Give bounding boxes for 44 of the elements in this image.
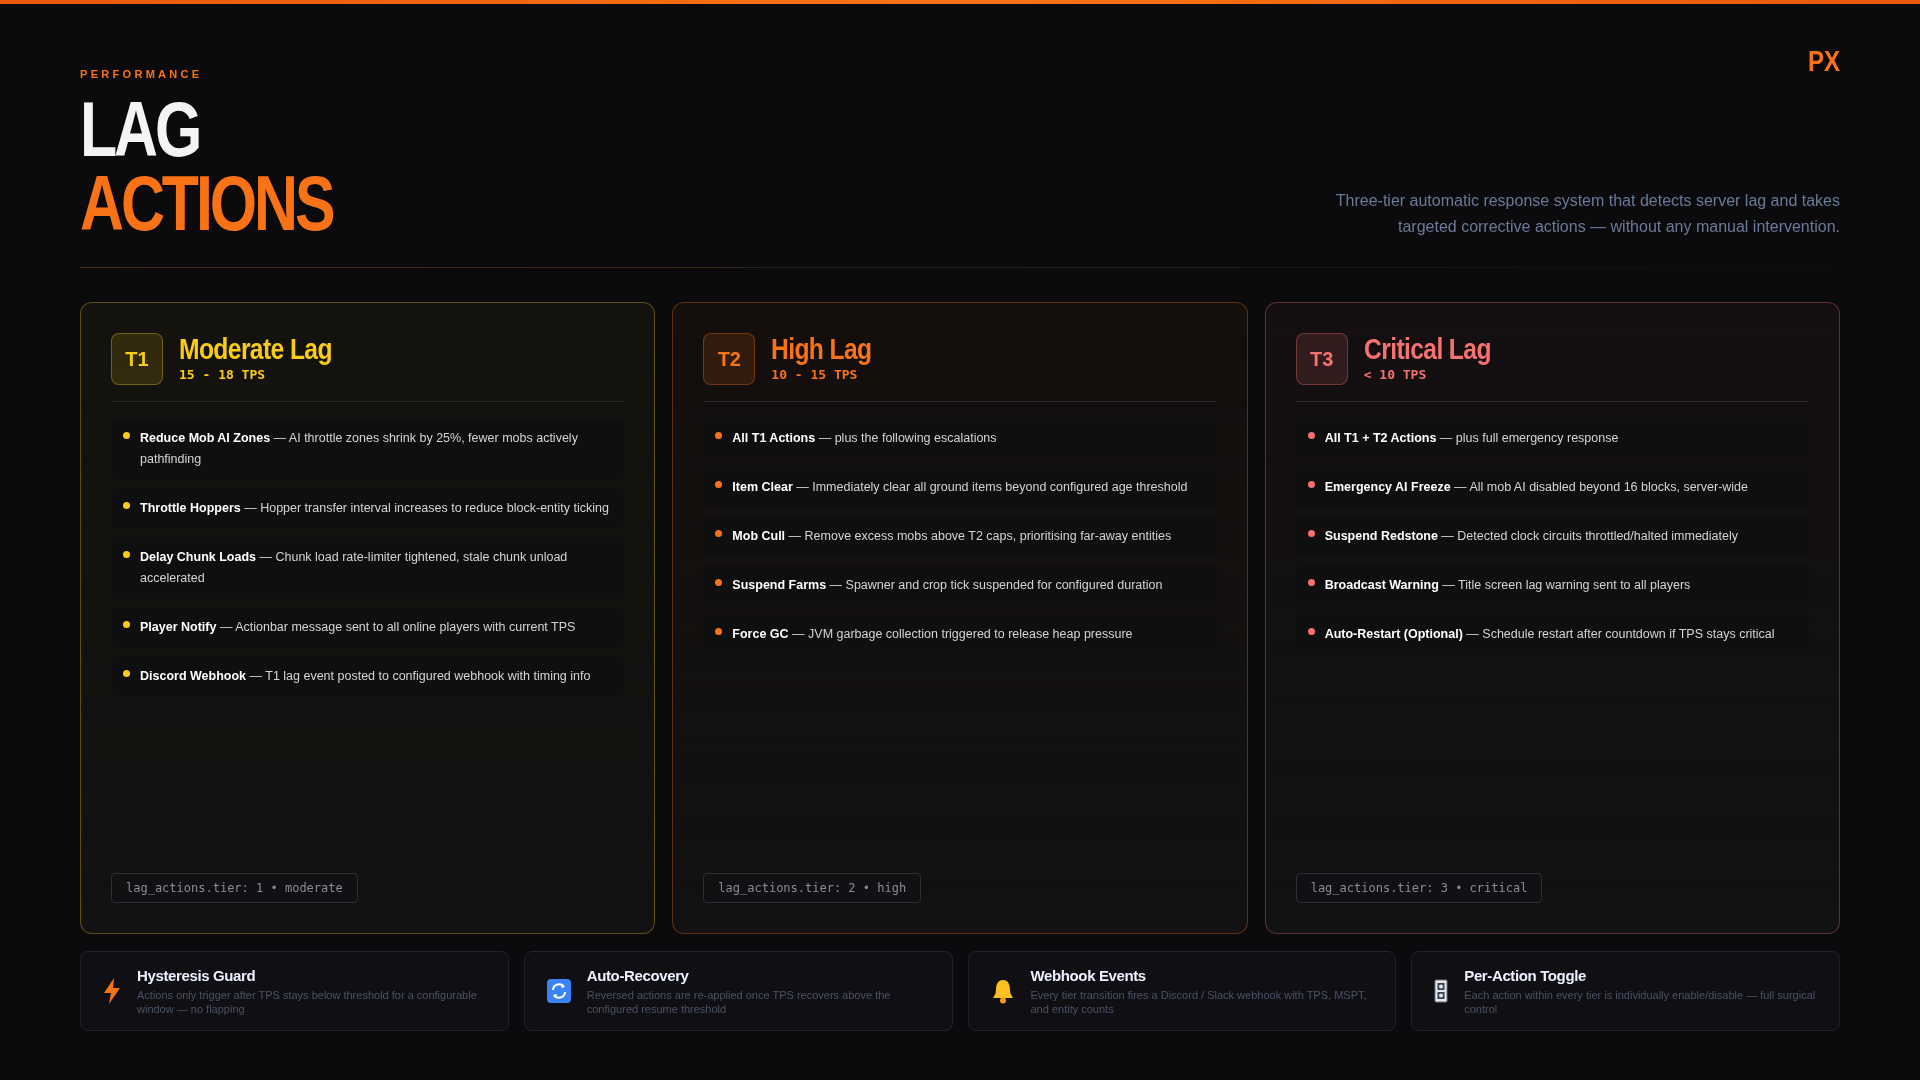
action-text: Player Notify — Actionbar message sent to all online players with current TPS (140, 618, 576, 636)
tier-title: Moderate Lag (179, 332, 332, 365)
tps-range: 15 - 18 TPS (179, 365, 267, 384)
feature-title: Webhook Events (1030, 966, 1147, 987)
tps-range: 10 - 15 TPS (771, 365, 859, 384)
feature-text: Every tier transition fires a Discord / Slack webhook with TPS, MSPT, and entity counts (1030, 987, 1368, 1016)
bell-icon (990, 977, 1015, 1004)
action-text: Emergency AI Freeze — All mob AI disabled beyond 16 blocks, server-wide (1324, 478, 1749, 496)
tier-badge: T2 (703, 332, 756, 385)
config-tag: lag_actions.tier: 1 • moderate (111, 872, 358, 903)
config-tag: lag_actions.tier: 3 • critical (1295, 872, 1543, 903)
tier-title: Critical Lag (1363, 332, 1491, 365)
action-text: Suspend Redstone — Detected clock circuits throttled/halted immediately (1324, 527, 1738, 545)
action-text: Throttle Hoppers — Hopper transfer interval increases to reduce block-entity ticking (140, 499, 609, 517)
action-text: Broadcast Warning — Title screen lag warning sent to all players (1324, 576, 1691, 594)
refresh-icon (546, 978, 571, 1003)
page-title: LAG (80, 92, 200, 165)
action-text: All T1 Actions — plus the following escalations (732, 429, 997, 447)
logo: PX (1807, 43, 1840, 79)
description-text: Three-tier automatic response system that detects server lag and takes targeted corrective actions — without any manual intervention. (1334, 191, 1840, 237)
action-text: Delay Chunk Loads — Chunk load rate-limiter tightened, stale chunk unload accelerated (140, 548, 569, 587)
action-text: Auto-Restart (Optional) — Schedule restart after countdown if TPS stays critical (1324, 625, 1775, 643)
action-text: All T1 + T2 Actions — plus full emergency response (1324, 429, 1619, 447)
action-text: Item Clear — Immediately clear all ground items beyond configured age threshold (732, 478, 1188, 496)
action-text: Suspend Farms — Spawner and crop tick suspended for configured duration (732, 576, 1163, 594)
tier-badge: T1 (111, 332, 163, 385)
action-text: Force GC — JVM garbage collection triggered to release heap pressure (732, 625, 1133, 643)
bolt-icon (103, 977, 121, 1004)
eyebrow-label: PERFORMANCE (80, 67, 204, 82)
config-tag: lag_actions.tier: 2 • high (703, 872, 922, 903)
feature-title: Per-Action Toggle (1464, 966, 1587, 987)
switch-icon (1434, 978, 1449, 1003)
feature-title: Hysteresis Guard (137, 966, 257, 987)
action-text: Mob Cull — Remove excess mobs above T2 caps, prioritising far-away entities (732, 527, 1172, 545)
tier-badge: T3 (1295, 332, 1348, 385)
tier-title: High Lag (771, 332, 872, 365)
feature-text: Actions only trigger after TPS stays below threshold for a configurable window — no flapping (137, 987, 478, 1016)
action-text: Reduce Mob AI Zones — AI throttle zones shrink by 25%, fewer mobs actively pathfinding (140, 429, 579, 468)
page-title: ACTIONS (80, 164, 333, 241)
feature-text: Each action within every tier is individually enable/disable — full surgical control (1464, 987, 1817, 1016)
feature-title: Auto-Recovery (586, 966, 690, 987)
feature-text: Reversed actions are re-applied once TPS recovers above the configured resume threshold (586, 987, 892, 1016)
action-text: Discord Webhook — T1 lag event posted to configured webhook with timing info (140, 667, 591, 685)
tps-range: < 10 TPS (1363, 365, 1428, 384)
